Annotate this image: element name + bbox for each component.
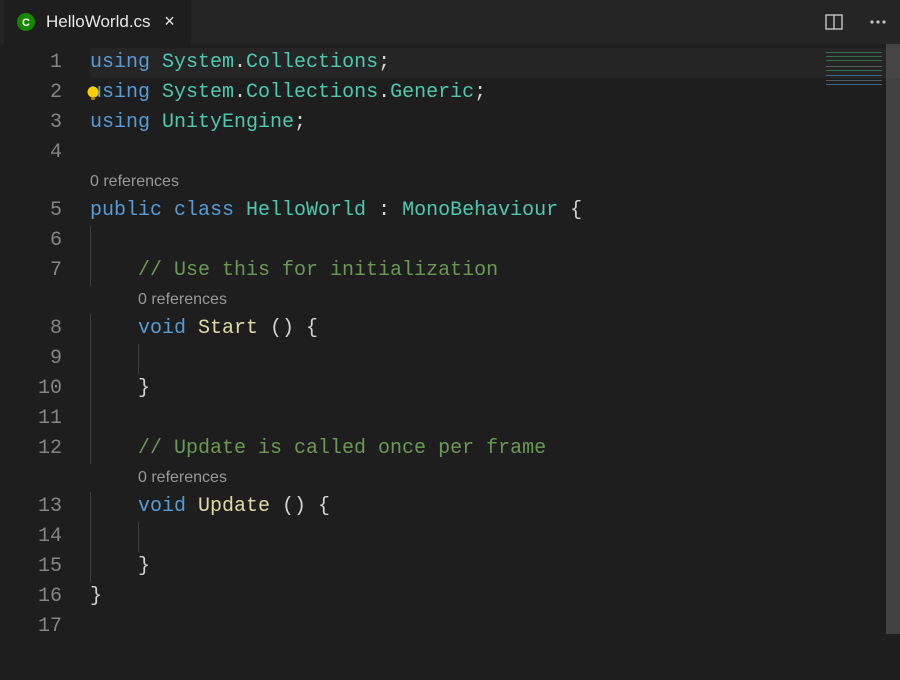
tab-actions	[820, 0, 892, 44]
code-line[interactable]	[90, 226, 900, 256]
line-number: 5	[0, 196, 62, 226]
vertical-scrollbar-thumb[interactable]	[886, 44, 900, 634]
code-line[interactable]: // Update is called once per frame	[90, 434, 900, 464]
tab-helloworld[interactable]: C HelloWorld.cs ×	[4, 0, 191, 44]
code-line[interactable]	[90, 522, 900, 552]
line-number: 2	[0, 78, 62, 108]
split-editor-icon[interactable]	[820, 8, 848, 36]
line-number: 3	[0, 108, 62, 138]
code-line[interactable]: }	[90, 552, 900, 582]
code-line[interactable]: }	[90, 374, 900, 404]
editor-body[interactable]: 1234567891011121314151617 using System.C…	[0, 44, 900, 680]
csharp-file-icon: C	[16, 12, 36, 32]
code-line[interactable]: }	[90, 582, 900, 612]
codelens-references[interactable]: 0 references	[90, 464, 900, 492]
close-tab-icon[interactable]: ×	[161, 13, 179, 31]
lightbulb-icon[interactable]	[84, 84, 102, 102]
code-line[interactable]	[90, 344, 900, 374]
code-line[interactable]	[90, 612, 900, 642]
code-line[interactable]: using System.Collections;	[90, 48, 900, 78]
codelens-references[interactable]: 0 references	[90, 168, 900, 196]
code-line[interactable]: using System.Collections.Generic;	[90, 78, 900, 108]
line-number: 14	[0, 522, 62, 552]
line-number: 9	[0, 344, 62, 374]
line-number: 6	[0, 226, 62, 256]
line-number: 16	[0, 582, 62, 612]
more-actions-icon[interactable]	[864, 8, 892, 36]
code-line[interactable]	[90, 138, 900, 168]
line-number: 8	[0, 314, 62, 344]
tab-filename: HelloWorld.cs	[46, 12, 151, 32]
code-line[interactable]: public class HelloWorld : MonoBehaviour …	[90, 196, 900, 226]
svg-text:C: C	[22, 17, 30, 29]
line-number-gutter: 1234567891011121314151617	[0, 48, 90, 680]
code-line[interactable]: void Start () {	[90, 314, 900, 344]
codelens-references[interactable]: 0 references	[90, 286, 900, 314]
line-number: 13	[0, 492, 62, 522]
line-number: 4	[0, 138, 62, 168]
line-number: 1	[0, 48, 62, 78]
code-content[interactable]: using System.Collections;using System.Co…	[90, 48, 900, 680]
line-number: 11	[0, 404, 62, 434]
code-line[interactable]: using UnityEngine;	[90, 108, 900, 138]
minimap[interactable]	[826, 50, 882, 94]
line-number: 12	[0, 434, 62, 464]
code-line[interactable]: void Update () {	[90, 492, 900, 522]
code-editor: C HelloWorld.cs × 1234567891011121314151…	[0, 0, 900, 680]
line-number: 17	[0, 612, 62, 642]
line-number: 15	[0, 552, 62, 582]
vertical-scrollbar[interactable]	[886, 44, 900, 680]
line-number: 10	[0, 374, 62, 404]
line-number: 7	[0, 256, 62, 286]
code-line[interactable]: // Use this for initialization	[90, 256, 900, 286]
code-line[interactable]	[90, 404, 900, 434]
tab-bar: C HelloWorld.cs ×	[0, 0, 900, 44]
